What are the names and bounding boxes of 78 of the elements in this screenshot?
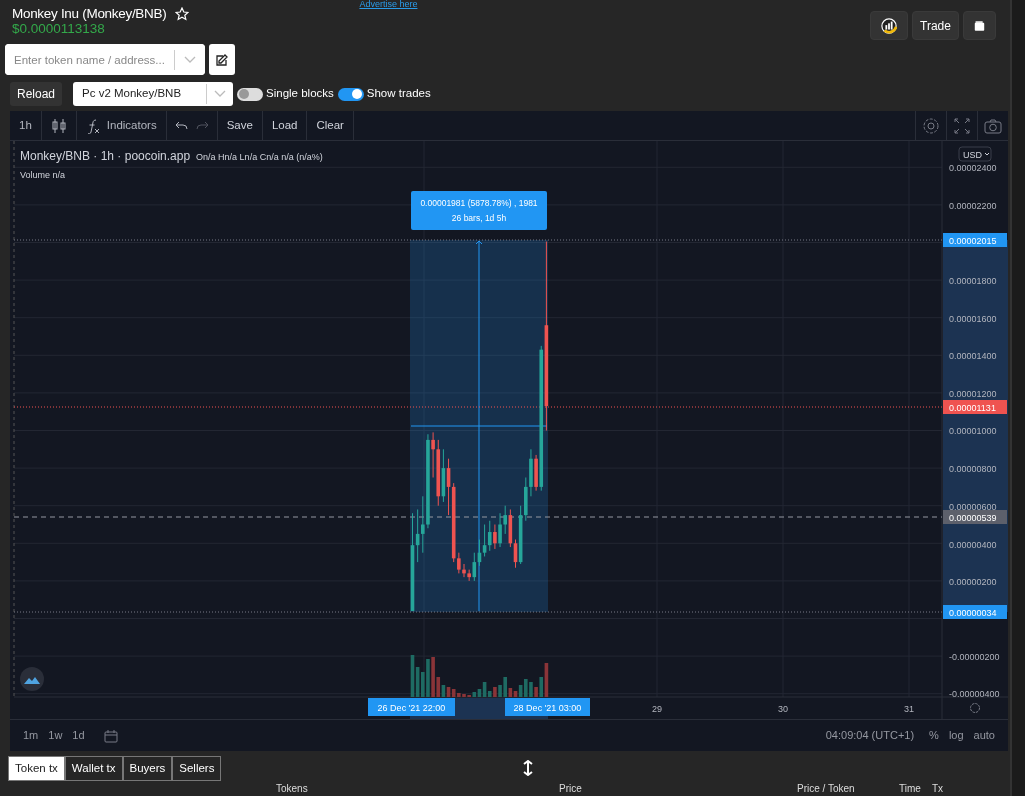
tx-tab[interactable]: Sellers <box>172 755 222 781</box>
chart-logo-button[interactable] <box>870 11 908 40</box>
cloud-logo-icon <box>20 667 44 691</box>
indicators-button[interactable]: Indicators <box>76 110 167 141</box>
toolbar-button[interactable]: Save <box>217 110 263 141</box>
time-axis-label: 31 <box>904 704 914 714</box>
currency-dropdown[interactable]: USD <box>958 146 992 162</box>
price-axis-label: 0.00001600 <box>949 313 997 324</box>
interval-button[interactable]: 1h <box>10 110 42 141</box>
time-axis-label: 29 <box>652 704 662 714</box>
price-axis-label: 0.00002200 <box>949 200 997 211</box>
pair-select[interactable]: Pc v2 Monkey/BNB <box>73 82 234 106</box>
measure-tooltip-text: 0.00001981 (5878.78%) , 1981 <box>420 198 538 208</box>
token-price: $0.0000113138 <box>12 22 106 36</box>
resize-icon[interactable] <box>522 760 535 776</box>
volume-legend: Volume n/a <box>20 170 66 180</box>
measure-tooltip-text: 26 bars, 1d 5h <box>451 213 507 223</box>
star-icon[interactable] <box>175 7 190 21</box>
pair-select-value: Pc v2 Monkey/BNB <box>82 86 182 102</box>
function-icon <box>85 117 101 134</box>
fullscreen-icon[interactable] <box>953 116 971 135</box>
price-axis-label: 0.00000800 <box>949 463 997 474</box>
scale-option-button[interactable]: % <box>924 727 944 744</box>
range-button[interactable]: 1w <box>43 727 68 744</box>
tx-tab[interactable]: Wallet tx <box>64 755 123 781</box>
range-button[interactable]: 1m <box>18 727 44 744</box>
token-title: Monkey Inu (Monkey/BNB) <box>12 6 167 22</box>
chart-legend-title: Monkey/BNB · 1h · poocoin.app <box>20 149 191 163</box>
column-header: Price <box>559 783 582 794</box>
wallet-icon <box>974 18 985 33</box>
price-axis-label: 0.00000600 <box>949 501 997 512</box>
toggle-label: Show trades <box>366 86 431 102</box>
price-axis-label: 0.00001000 <box>949 425 997 436</box>
settings-icon[interactable] <box>970 703 980 713</box>
time-tag: 28 Dec '21 03:00 <box>505 698 590 716</box>
price-axis-label: 0.00001400 <box>949 350 997 361</box>
camera-icon[interactable] <box>984 116 1002 135</box>
toolbar-button[interactable]: Load <box>262 110 308 141</box>
trade-button[interactable]: Trade <box>912 11 959 40</box>
column-header: Tx <box>932 783 944 794</box>
reload-button[interactable]: Reload <box>10 82 63 106</box>
candles-icon <box>50 117 67 134</box>
price-axis-label: 0.00000200 <box>949 576 997 587</box>
advertise-link[interactable]: Advertise here <box>359 0 418 9</box>
price-axis-label: 0.00002400 <box>949 162 997 173</box>
price-axis-label: 0.00001800 <box>949 275 997 286</box>
scale-option-button[interactable]: auto <box>968 727 1000 744</box>
chart-logo-icon <box>881 16 897 35</box>
price-axis-label: 0.00001200 <box>949 388 997 399</box>
edit-icon <box>215 52 229 67</box>
time-axis-label: 30 <box>778 704 788 714</box>
price-tag: 0.00000539 <box>943 510 1007 524</box>
tx-tab[interactable]: Token tx <box>8 755 65 781</box>
price-axis-label: 0.00000400 <box>949 539 997 550</box>
column-header: Time <box>899 783 921 794</box>
time-tag: 26 Dec '21 22:00 <box>368 698 455 716</box>
calendar-icon[interactable] <box>103 728 118 743</box>
column-header: Tokens <box>276 783 308 794</box>
ohlc-values: On/a Hn/a Ln/a Cn/a n/a (n/a%) <box>196 152 323 162</box>
price-tag: 0.00002015 <box>943 233 1007 247</box>
token-search-field[interactable]: Enter token name / address... <box>5 44 205 75</box>
toggle-switch[interactable] <box>237 87 264 101</box>
price-axis-label: -0.00000200 <box>949 651 1000 662</box>
toggle-label: Single blocks <box>266 86 334 102</box>
price-tag: 0.00000034 <box>943 605 1007 619</box>
wallet-button[interactable] <box>963 11 996 40</box>
undo-icon[interactable] <box>174 119 188 132</box>
settings-icon[interactable] <box>922 116 940 135</box>
edit-button[interactable] <box>209 44 235 75</box>
clock-time: 04:09:04 (UTC+1) <box>825 728 915 744</box>
range-button[interactable]: 1d <box>67 727 90 744</box>
column-header: Price / Token <box>797 783 855 794</box>
price-axis-label: -0.00000400 <box>949 688 1000 699</box>
scale-option-button[interactable]: log <box>943 727 969 744</box>
price-tag: 0.00001131 <box>943 400 1007 414</box>
tx-tab[interactable]: Buyers <box>122 755 173 781</box>
toggle-switch[interactable] <box>337 87 364 101</box>
toolbar-button[interactable]: Clear <box>307 110 354 141</box>
